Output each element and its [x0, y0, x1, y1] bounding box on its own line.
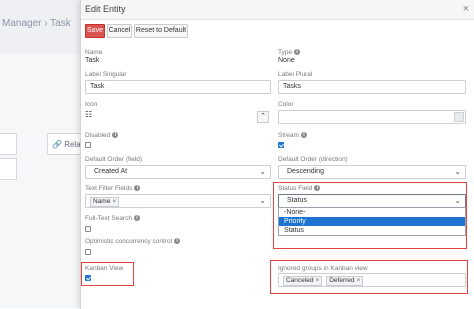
label-singular-input[interactable]: Task	[85, 80, 271, 94]
name-value: Task	[85, 57, 100, 64]
name-label: Name	[85, 49, 103, 56]
background-relations-label: Rela	[64, 140, 80, 149]
text-filter-fields-input[interactable]: Name × ⌄	[85, 194, 271, 208]
info-icon: i	[112, 132, 119, 139]
chevron-down-icon: ⌄	[259, 196, 266, 205]
full-text-search-label: Full-Text Search i	[85, 215, 140, 222]
default-order-direction-select[interactable]: Descending ⌄	[278, 165, 466, 179]
link-icon: 🔗	[52, 140, 62, 149]
optimistic-concurrency-checkbox[interactable]	[85, 249, 91, 255]
disabled-checkbox[interactable]	[85, 142, 91, 148]
text-filter-fields-label-text: Text Filter Fields	[85, 185, 133, 192]
reset-to-default-button[interactable]: Reset to Default	[134, 24, 188, 38]
ignored-groups-highlight	[270, 260, 468, 294]
default-order-direction-label: Default Order (direction)	[278, 156, 348, 163]
status-field-highlight	[273, 182, 467, 249]
icon-label: Icon	[85, 101, 98, 108]
label-plural-label: Label Plural	[278, 71, 313, 78]
color-label: Color	[278, 101, 294, 108]
default-order-field-value: Created At	[94, 168, 128, 175]
background-button-a	[0, 133, 17, 155]
list-icon: ☷	[85, 110, 93, 119]
chevron-down-icon: ⌄	[454, 167, 461, 176]
remove-icon[interactable]: ×	[112, 198, 116, 205]
stream-label: Stream i	[278, 132, 307, 139]
info-icon: i	[174, 238, 181, 245]
background-button-b	[0, 158, 17, 180]
edit-entity-modal: Edit Entity × Save Cancel Reset to Defau…	[80, 0, 474, 309]
background-relations-button: 🔗 Rela	[47, 133, 80, 155]
full-text-search-label-text: Full-Text Search	[85, 215, 132, 222]
default-order-field-select[interactable]: Created At ⌄	[85, 165, 271, 179]
tag-name: Name ×	[90, 197, 120, 207]
disabled-label-text: Disabled	[85, 132, 111, 139]
modal-title: Edit Entity	[85, 4, 126, 14]
background-breadcrumb: Manager › Task	[2, 18, 71, 29]
disabled-label: Disabled i	[85, 132, 119, 139]
info-icon: i	[133, 215, 140, 222]
tag-label: Name	[93, 198, 111, 205]
info-icon: i	[134, 185, 141, 192]
save-button[interactable]: Save	[85, 24, 105, 38]
optimistic-concurrency-label-text: Optimistic concurrency control	[85, 238, 173, 245]
chevron-down-icon: ⌄	[259, 167, 266, 176]
type-label: Type i	[278, 49, 301, 56]
info-icon: i	[294, 49, 301, 56]
type-label-text: Type	[278, 49, 293, 56]
info-icon: i	[300, 132, 307, 139]
color-input[interactable]	[278, 110, 466, 124]
background-panel	[0, 54, 80, 308]
text-filter-fields-label: Text Filter Fields i	[85, 185, 141, 192]
optimistic-concurrency-label: Optimistic concurrency control i	[85, 238, 181, 245]
default-order-direction-value: Descending	[287, 168, 324, 175]
full-text-search-checkbox[interactable]	[85, 226, 91, 232]
default-order-field-label: Default Order (field)	[85, 156, 143, 163]
label-plural-input[interactable]: Tasks	[278, 80, 466, 94]
icon-picker-button[interactable]: ⌃	[257, 111, 269, 123]
color-swatch[interactable]	[454, 112, 464, 122]
cancel-button[interactable]: Cancel	[107, 24, 132, 38]
label-singular-label: Label Singular	[85, 71, 127, 78]
kanban-view-highlight	[81, 262, 134, 286]
stream-checkbox[interactable]	[278, 142, 284, 148]
modal-header: Edit Entity ×	[81, 0, 474, 20]
close-icon[interactable]: ×	[463, 3, 469, 15]
stream-label-text: Stream	[278, 132, 299, 139]
type-value: None	[278, 57, 295, 64]
